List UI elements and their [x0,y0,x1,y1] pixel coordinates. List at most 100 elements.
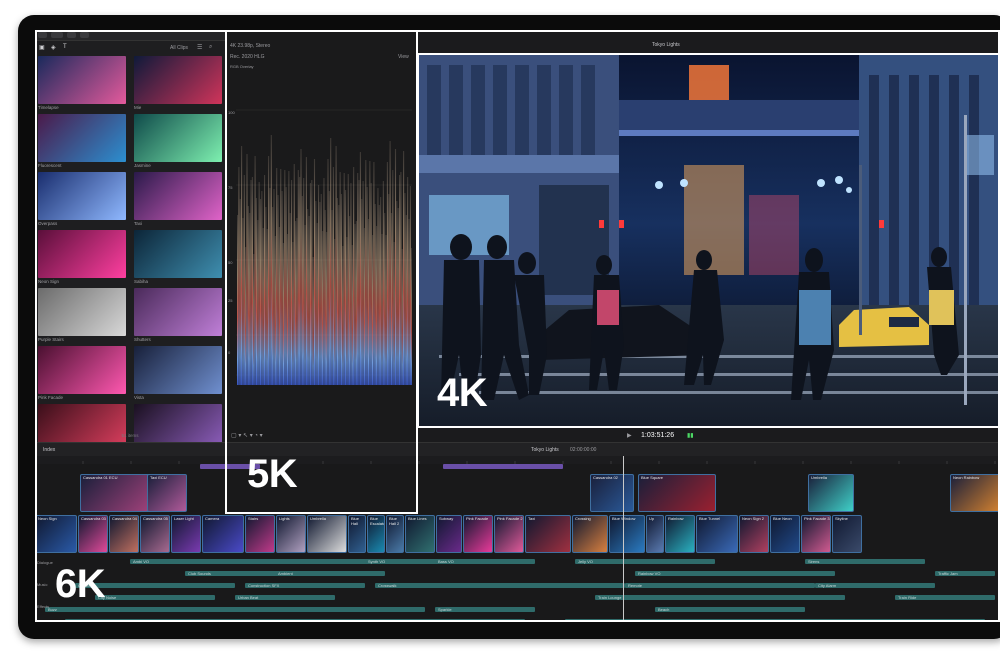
storyline-clip[interactable]: Stairs [245,515,275,553]
audio-clip[interactable]: Club Sounds [565,619,985,622]
audio-clip[interactable]: Bass VO [435,559,535,564]
search-icon[interactable]: ⌕ [209,44,212,51]
playhead[interactable] [623,456,624,622]
audio-clip[interactable]: Beach [655,607,805,612]
clip-thumbnail[interactable] [134,288,222,336]
check-icon[interactable] [67,32,76,38]
waveform-trace [309,183,311,385]
waveform-trace [250,180,252,385]
storyline-clip[interactable]: Blue Neon [770,515,800,553]
audio-clip[interactable]: City Alarm [815,583,935,588]
audio-clip[interactable]: Crowd [75,583,235,588]
audio-clip[interactable]: Sirens [805,559,925,564]
storyline-clip[interactable]: Pink Facade 2 [494,515,524,553]
scope-mode[interactable]: RGB Overlay [230,64,254,69]
clip-thumbnail[interactable] [134,230,222,278]
storyline-clip[interactable]: Blue Lines [405,515,435,553]
audio-clip[interactable]: Construction SFX [245,583,365,588]
clip-thumbnail[interactable] [134,346,222,394]
clip-thumbnail[interactable] [38,56,126,104]
audio-clip[interactable]: Ambi VO [130,559,380,564]
audio-clip[interactable]: Ambient [275,571,385,576]
audio-clip[interactable]: Jelly VO [575,559,715,564]
storyline-clip[interactable]: Pink Facade [463,515,493,553]
audio-clip[interactable]: Ambi VO [65,619,525,622]
audio-clip[interactable]: Rainbow VO [635,571,835,576]
audio-clip[interactable]: Buzz [45,607,425,612]
view-menu[interactable]: View [398,54,409,60]
index-button[interactable]: Index [43,447,55,453]
audio-clip[interactable]: Remote [625,583,815,588]
filmstrip-icon[interactable]: ☰ [197,44,202,51]
audio-clip[interactable]: Train Lounge [595,595,845,600]
storyline-clip[interactable]: Subway [436,515,462,553]
clip-thumbnail[interactable] [134,56,222,104]
clip-name: Jasmine [134,163,151,168]
storyline-clip[interactable]: Up [646,515,664,553]
audio-clip[interactable]: Traffic Jam [935,571,995,576]
audio-clip[interactable]: Urban Beat [235,595,335,600]
clip-thumbnail[interactable] [38,288,126,336]
viewer-tools-icon[interactable]: ▢ ▾ ↖ ▾ ◔ ▾ [231,432,263,439]
storyline-clip[interactable]: Cassandra 05 [140,515,170,553]
clip-thumbnail[interactable] [38,172,126,220]
clip-name: Neon Sign [38,516,57,521]
waveform-trace [286,234,289,385]
clip-thumbnail[interactable] [134,172,222,220]
project-name[interactable]: Tokyo Lights [531,447,559,453]
storyline-clip[interactable]: Taxi [525,515,571,553]
storyline-clip[interactable]: Pink Facade 3 [801,515,831,553]
photos-icon[interactable]: ◈ [51,44,56,51]
camera-icon[interactable] [80,32,89,38]
clip-thumbnail[interactable] [38,114,126,162]
import-icon[interactable] [38,32,47,38]
clip-name: Umbrella [310,516,327,521]
storyline-clip[interactable]: Lights [276,515,306,553]
waveform-trace [254,156,256,385]
clip-thumbnail[interactable] [38,346,126,394]
connected-clip[interactable]: Umbrella [808,474,854,512]
storyline-clip[interactable]: Laser Light [171,515,201,553]
storyline-clip[interactable]: Blue Hall 2 [386,515,404,553]
title-clip[interactable] [443,464,563,469]
storyline-clip[interactable]: Cassandra 03 [78,515,108,553]
waveform-trace [338,205,340,385]
library-icon[interactable]: ▣ [39,44,45,51]
scope-scale-label: 100 [228,110,235,115]
audio-clip-name: Crosswalk [378,582,397,588]
waveform-trace [403,151,405,385]
connected-clip[interactable]: Taxi ECU [147,474,187,512]
storyline-clip[interactable]: Blue Window [609,515,645,553]
audio-clip[interactable]: City Noise [95,595,215,600]
storyline-clip[interactable]: Cassandra 04 [109,515,139,553]
storyline-clip[interactable]: Blue Hall [348,515,366,553]
waveform-trace [326,232,328,385]
audio-clip[interactable]: Train Ride [895,595,995,600]
timeline-ruler[interactable] [35,456,1000,469]
storyline-clip[interactable]: Rainbow [665,515,695,553]
audio-clip[interactable]: Sparkle [435,607,535,612]
storyline-clip[interactable]: Neon Sign [35,515,77,553]
storyline-clip[interactable]: Skyline [832,515,862,553]
storyline-clip[interactable]: Neon Sign 2 [739,515,769,553]
connected-clip[interactable]: Cassandra 02 [590,474,634,512]
waveform-trace [281,191,283,385]
title-clip[interactable] [200,464,260,469]
storyline-clip[interactable]: Camera [202,515,244,553]
connected-clip[interactable]: Neon Rainbow [950,474,1000,512]
titles-icon[interactable]: T [63,44,67,50]
clip-thumbnail[interactable] [134,114,222,162]
storyline-clip[interactable]: Umbrella [307,515,347,553]
waveform-trace [353,167,355,385]
storyline-clip[interactable]: Crossing [572,515,608,553]
audio-clip[interactable]: Crosswalk [375,583,625,588]
clip-filter[interactable]: All Clips [170,45,188,51]
connected-clip[interactable]: Blue Square [638,474,716,512]
clip-thumbnail[interactable] [38,230,126,278]
keywords-icon[interactable] [51,32,63,38]
play-button-icon[interactable]: ▶ [627,432,632,439]
storyline-clip[interactable]: Blue Tunnel [696,515,738,553]
waveform-trace [336,198,338,385]
storyline-clip[interactable]: Blue Escalator [367,515,385,553]
waveform-trace [242,218,244,385]
